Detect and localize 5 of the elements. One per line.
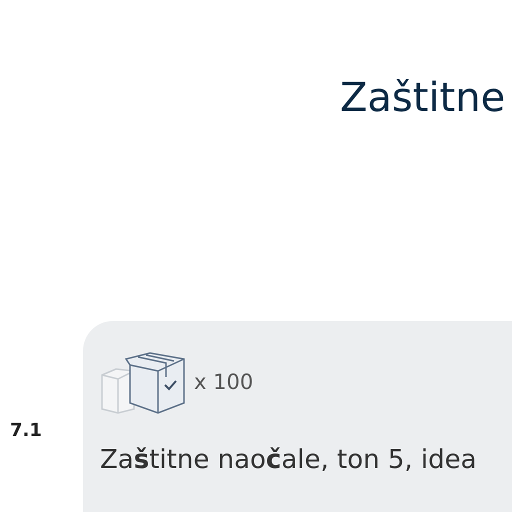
page-title: Zaštitne	[340, 76, 506, 120]
quantity-label: x 100	[194, 369, 254, 396]
product-code: 7.1	[10, 420, 42, 441]
product-description: Zaštitne naočale, ton 5, idea	[100, 444, 478, 477]
boxes-icon	[100, 351, 186, 415]
